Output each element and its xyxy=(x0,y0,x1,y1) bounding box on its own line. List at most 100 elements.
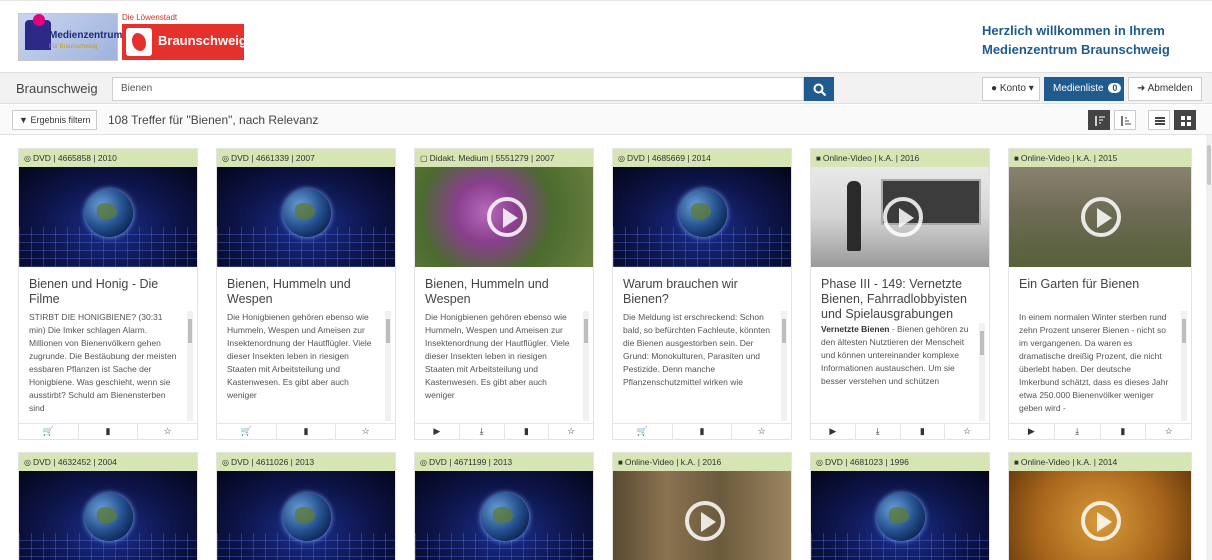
list-view-button[interactable] xyxy=(1148,110,1170,130)
play-small-icon[interactable]: ▶ xyxy=(811,424,856,439)
card-meta: ▢ Didakt. Medium | 5551279 | 2007 xyxy=(415,149,593,167)
card-scrollbar[interactable] xyxy=(1181,311,1187,421)
document-icon[interactable]: ▮ xyxy=(79,424,139,439)
card-scrollbar[interactable] xyxy=(187,311,193,421)
medienliste-button[interactable]: Medienliste 0 xyxy=(1044,77,1124,101)
document-icon[interactable]: ▮ xyxy=(901,424,946,439)
media-card[interactable]: ■ Online-Video | k.A. | 2014 xyxy=(1008,452,1192,560)
card-meta: ■ Online-Video | k.A. | 2016 xyxy=(613,453,791,471)
disc-icon: ◎ xyxy=(222,154,229,163)
media-card[interactable]: ▢ Didakt. Medium | 5551279 | 2007 Bienen,… xyxy=(414,148,594,440)
card-title[interactable]: Bienen und Honig - Die Filme xyxy=(19,267,197,311)
list-icon xyxy=(1155,117,1165,125)
media-card[interactable]: ◎ DVD | 4665858 | 2010 Bienen und Honig -… xyxy=(18,148,198,440)
media-card[interactable]: ◎ DVD | 4681023 | 1996 xyxy=(810,452,990,560)
medienzentrum-logo[interactable]: Medienzentrum Für Braunschweig xyxy=(18,13,122,61)
media-card[interactable]: ◎ DVD | 4632452 | 2004 xyxy=(18,452,198,560)
card-description-text: Die Honigbienen gehören ebenso wie Humme… xyxy=(425,312,570,400)
card-scrollbar[interactable] xyxy=(385,311,391,421)
card-title[interactable]: Ein Garten für Bienen xyxy=(1009,267,1191,311)
cart-icon[interactable]: 🛒 xyxy=(613,424,673,439)
card-scrollbar[interactable] xyxy=(979,323,985,421)
logo-city-name: Braunschweig xyxy=(158,33,247,48)
play-icon[interactable] xyxy=(1081,501,1121,541)
card-thumbnail[interactable] xyxy=(19,471,197,560)
card-title[interactable]: Bienen, Hummeln und Wespen xyxy=(415,267,593,311)
star-icon[interactable]: ☆ xyxy=(138,424,197,439)
play-small-icon[interactable]: ▶ xyxy=(415,424,460,439)
card-thumbnail[interactable] xyxy=(1009,167,1191,267)
card-scrollbar[interactable] xyxy=(781,311,787,421)
star-icon[interactable]: ☆ xyxy=(945,424,989,439)
filter-button[interactable]: ▼ Ergebnis filtern xyxy=(12,110,98,130)
card-title[interactable]: Phase III - 149: Vernetzte Bienen, Fahrr… xyxy=(811,267,989,321)
document-icon[interactable]: ▮ xyxy=(673,424,733,439)
card-scrollbar[interactable] xyxy=(583,311,589,421)
document-icon[interactable]: ▮ xyxy=(1101,424,1147,439)
download-icon[interactable]: ⤓ xyxy=(460,424,505,439)
download-icon[interactable]: ⤓ xyxy=(1055,424,1101,439)
document-icon[interactable]: ▮ xyxy=(505,424,550,439)
card-description: Die Meldung ist erschreckend: Schon bald… xyxy=(613,311,791,425)
card-description-text: Die Meldung ist erschreckend: Schon bald… xyxy=(623,312,770,387)
search-button[interactable] xyxy=(804,77,834,101)
media-card[interactable]: ■ Online-Video | k.A. | 2015 Ein Garten f… xyxy=(1008,148,1192,440)
star-icon[interactable]: ☆ xyxy=(549,424,593,439)
play-icon[interactable] xyxy=(487,197,527,237)
sort-asc-button[interactable] xyxy=(1114,110,1136,130)
play-small-icon[interactable]: ▶ xyxy=(1009,424,1055,439)
welcome-text: Herzlich willkommen in Ihrem Medienzentr… xyxy=(982,21,1182,59)
star-icon[interactable]: ☆ xyxy=(732,424,791,439)
card-description-text: Die Honigbienen gehören ebenso wie Humme… xyxy=(227,312,372,400)
card-meta: ◎ DVD | 4611026 | 2013 xyxy=(217,453,395,471)
card-meta-text: DVD | 4681023 | 1996 xyxy=(824,457,909,467)
play-icon[interactable] xyxy=(685,501,725,541)
card-description: Die Honigbienen gehören ebenso wie Humme… xyxy=(217,311,395,425)
card-meta-text: DVD | 4685669 | 2014 xyxy=(626,153,711,163)
play-icon[interactable] xyxy=(883,197,923,237)
sort-desc-button[interactable] xyxy=(1088,110,1110,130)
abmelden-button[interactable]: ➜ Abmelden xyxy=(1128,77,1202,101)
card-meta-text: Online-Video | k.A. | 2016 xyxy=(822,153,920,163)
card-thumbnail[interactable] xyxy=(811,471,989,560)
card-title[interactable]: Warum brauchen wir Bienen? xyxy=(613,267,791,311)
media-card[interactable]: ■ Online-Video | k.A. | 2016 Phase III - … xyxy=(810,148,990,440)
card-actions: ▶ ⤓ ▮ ☆ xyxy=(811,423,989,439)
media-card[interactable]: ◎ DVD | 4661339 | 2007 Bienen, Hummeln un… xyxy=(216,148,396,440)
card-thumbnail[interactable] xyxy=(613,471,791,560)
page-scrollbar[interactable] xyxy=(1206,135,1212,560)
globe-image xyxy=(481,493,529,541)
card-thumbnail[interactable] xyxy=(19,167,197,267)
braunschweig-logo[interactable]: Die Löwenstadt Braunschweig xyxy=(122,13,247,60)
star-icon[interactable]: ☆ xyxy=(1146,424,1191,439)
card-meta: ◎ DVD | 4685669 | 2014 xyxy=(613,149,791,167)
disc-icon: ◎ xyxy=(420,458,427,467)
media-card[interactable]: ◎ DVD | 4671199 | 2013 xyxy=(414,452,594,560)
card-thumbnail[interactable] xyxy=(217,167,395,267)
search-icon xyxy=(813,83,827,97)
card-thumbnail[interactable] xyxy=(217,471,395,560)
media-card[interactable]: ■ Online-Video | k.A. | 2016 xyxy=(612,452,792,560)
search-input[interactable]: Bienen xyxy=(112,77,804,101)
card-title[interactable]: Bienen, Hummeln und Wespen xyxy=(217,267,395,311)
lion-icon xyxy=(126,28,152,56)
document-icon[interactable]: ▮ xyxy=(277,424,337,439)
download-icon[interactable]: ⤓ xyxy=(856,424,901,439)
media-card[interactable]: ◎ DVD | 4611026 | 2013 xyxy=(216,452,396,560)
disc-icon: ◎ xyxy=(618,154,625,163)
cart-icon[interactable]: 🛒 xyxy=(217,424,277,439)
globe-image xyxy=(877,493,925,541)
card-thumbnail[interactable] xyxy=(415,167,593,267)
konto-button[interactable]: ● Konto ▾ xyxy=(982,77,1040,101)
card-thumbnail[interactable] xyxy=(1009,471,1191,560)
card-thumbnail[interactable] xyxy=(415,471,593,560)
grid-view-button[interactable] xyxy=(1174,110,1196,130)
star-icon[interactable]: ☆ xyxy=(336,424,395,439)
user-icon: ● xyxy=(991,83,998,94)
card-thumbnail[interactable] xyxy=(811,167,989,267)
card-thumbnail[interactable] xyxy=(613,167,791,267)
cart-icon[interactable]: 🛒 xyxy=(19,424,79,439)
card-description-text: In einem normalen Winter sterben rund ze… xyxy=(1019,312,1169,413)
play-icon[interactable] xyxy=(1081,197,1121,237)
media-card[interactable]: ◎ DVD | 4685669 | 2014 Warum brauchen wir… xyxy=(612,148,792,440)
